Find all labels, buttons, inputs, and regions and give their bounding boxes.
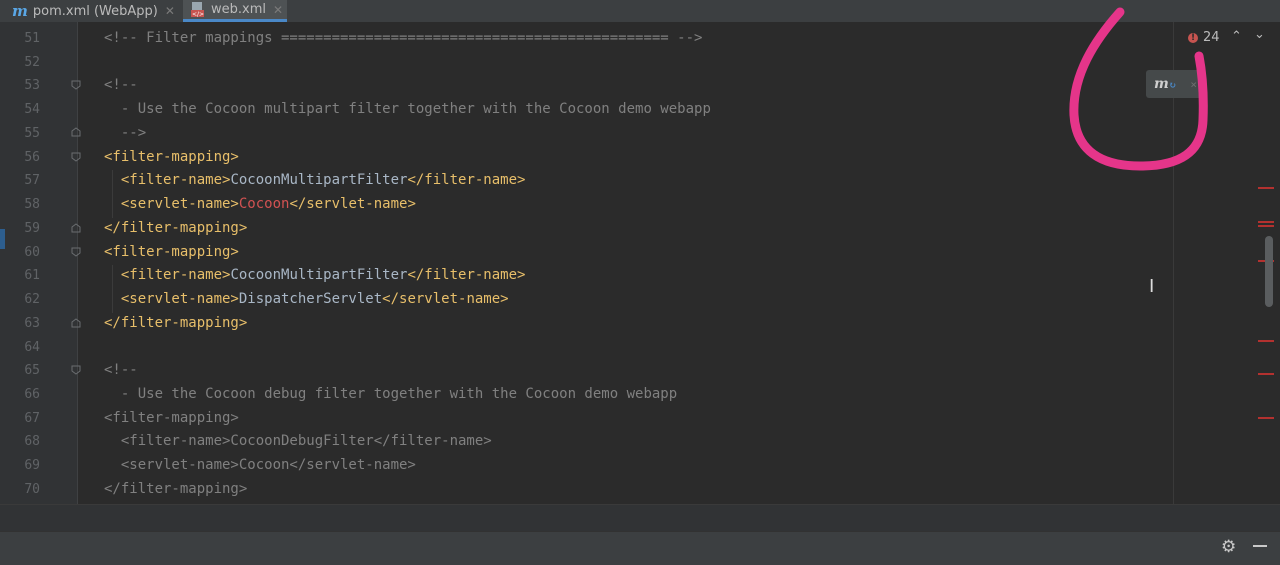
hand-drawn-circle-annotation xyxy=(1069,7,1208,171)
